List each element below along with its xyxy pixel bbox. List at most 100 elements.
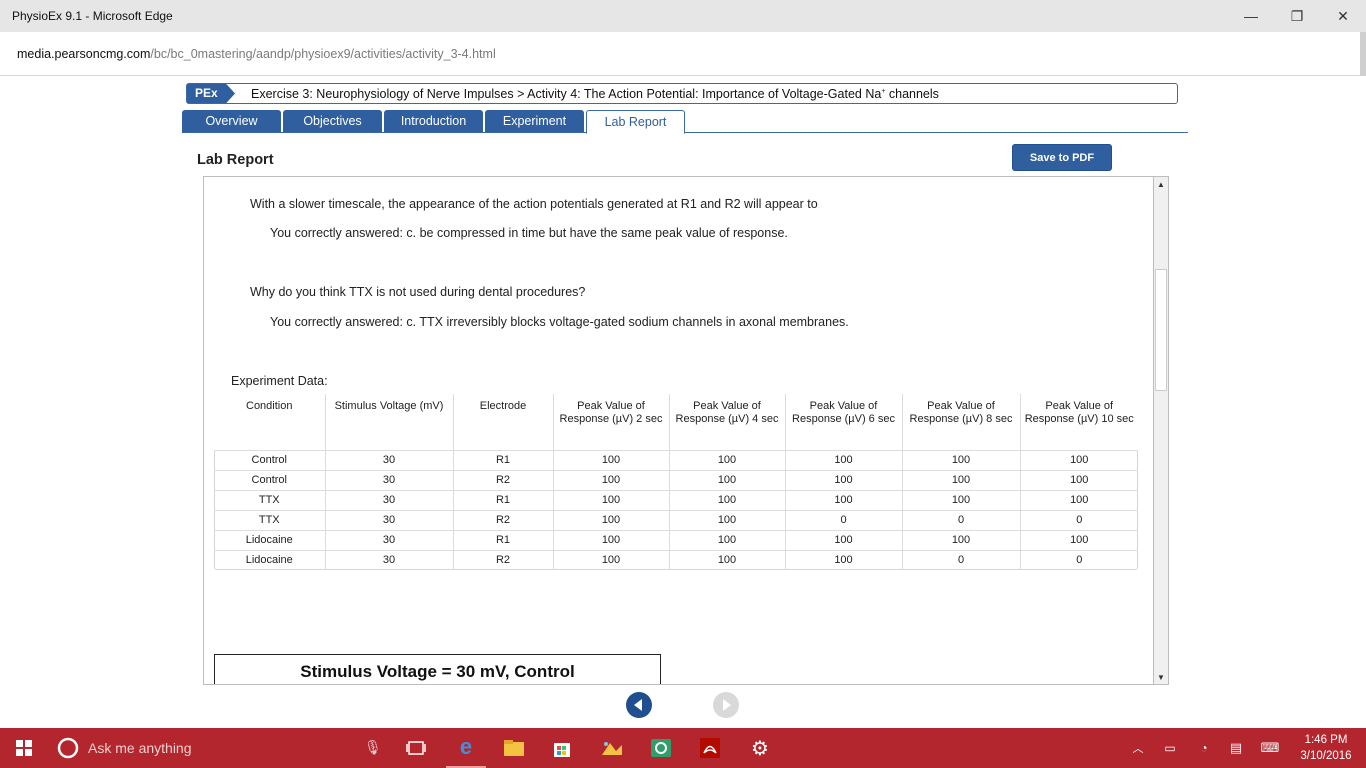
table-cell: 30	[324, 469, 453, 490]
header-condition: Condition	[214, 394, 325, 450]
url-domain: media.pearsoncmg.com	[17, 47, 151, 61]
start-button[interactable]	[0, 728, 48, 768]
tab-objectives[interactable]: Objectives	[283, 110, 382, 132]
table-cell: 100	[668, 489, 785, 510]
table-cell: 100	[1019, 449, 1138, 470]
header-peak-6sec: Peak Value of Response (µV) 6 sec	[784, 394, 902, 450]
header-stimulus-voltage: Stimulus Voltage (mV)	[324, 394, 453, 450]
table-cell: Control	[214, 469, 325, 490]
table-cell: 30	[324, 489, 453, 510]
minimize-button[interactable]: —	[1228, 0, 1274, 32]
scroll-up-icon[interactable]: ▲	[1154, 177, 1168, 191]
table-cell: 0	[784, 509, 902, 530]
scroll-down-icon[interactable]: ▼	[1154, 670, 1168, 684]
table-cell: 100	[784, 489, 902, 510]
table-row: TTX 30 R2 100 100 0 0 0	[214, 509, 1138, 530]
title-bar: PhysioEx 9.1 - Microsoft Edge — ❐ ✕	[0, 0, 1366, 32]
scroll-thumb[interactable]	[1155, 269, 1167, 391]
search-placeholder: Ask me anything	[88, 740, 192, 756]
file-explorer-icon[interactable]	[494, 728, 534, 768]
close-button[interactable]: ✕	[1320, 0, 1366, 32]
table-cell: 100	[901, 489, 1020, 510]
header-peak-10sec: Peak Value of Response (µV) 10 sec	[1019, 394, 1138, 450]
question-1: With a slower timescale, the appearance …	[250, 197, 818, 211]
system-clock[interactable]: 1:46 PM 3/10/2016	[1290, 732, 1362, 764]
tab-lab-report[interactable]: Lab Report	[586, 110, 685, 134]
acrobat-icon[interactable]	[690, 728, 730, 768]
table-cell: Control	[214, 449, 325, 470]
edge-logo-icon: e	[459, 734, 473, 759]
table-cell: R2	[452, 469, 553, 490]
table-cell: 0	[1019, 549, 1138, 570]
save-to-pdf-button[interactable]: Save to PDF	[1012, 144, 1112, 171]
show-hidden-icons-chevron-icon[interactable]: ︿	[1128, 728, 1148, 768]
exercise-title: Exercise 3: Neurophysiology of Nerve Imp…	[251, 87, 939, 101]
cortana-search[interactable]: Ask me anything 🎙	[48, 728, 393, 768]
experiment-data-label: Experiment Data:	[231, 374, 328, 388]
task-view-icon[interactable]	[398, 728, 434, 768]
lab-report-panel: With a slower timescale, the appearance …	[203, 176, 1154, 685]
table-row: TTX 30 R1 100 100 100 100 100	[214, 489, 1138, 510]
table-cell: 100	[784, 449, 902, 470]
page-scrollbar[interactable]	[1360, 32, 1366, 76]
pex-badge: PEx	[187, 84, 235, 103]
address-bar[interactable]: media.pearsoncmg.com/bc/bc_0mastering/aa…	[0, 32, 1366, 76]
table-row: Control 30 R1 100 100 100 100 100	[214, 449, 1138, 470]
arrow-right-icon	[723, 699, 731, 711]
table-cell: R1	[452, 489, 553, 510]
header-electrode: Electrode	[452, 394, 553, 450]
photos-icon[interactable]	[592, 728, 632, 768]
next-page-button[interactable]	[713, 692, 739, 718]
tab-overview[interactable]: Overview	[182, 110, 281, 132]
table-cell: 100	[668, 529, 785, 550]
tab-experiment[interactable]: Experiment	[485, 110, 584, 132]
browser-window: PhysioEx 9.1 - Microsoft Edge — ❐ ✕ medi…	[0, 0, 1366, 728]
taskbar: Ask me anything 🎙 e ⚙ ︿ ▭ ◔ ▤ ⌨ 1:46 PM …	[0, 728, 1366, 768]
table-cell: 100	[668, 509, 785, 530]
wifi-icon[interactable]: ◔	[1192, 728, 1216, 768]
table-cell: 100	[784, 549, 902, 570]
header-peak-8sec: Peak Value of Response (µV) 8 sec	[901, 394, 1020, 450]
header-peak-4sec: Peak Value of Response (µV) 4 sec	[668, 394, 785, 450]
table-cell: 30	[324, 509, 453, 530]
store-icon[interactable]	[542, 728, 582, 768]
table-cell: 100	[552, 489, 669, 510]
network-icon[interactable]: ▭	[1158, 728, 1182, 768]
table-cell: 100	[1019, 529, 1138, 550]
table-cell: TTX	[214, 509, 325, 530]
restore-button[interactable]: ❐	[1274, 0, 1320, 32]
table-cell: 100	[552, 449, 669, 470]
microphone-icon[interactable]: 🎙	[364, 739, 382, 756]
graph-panel: Stimulus Voltage = 30 mV, Control	[214, 654, 661, 684]
clock-time: 1:46 PM	[1304, 734, 1348, 746]
table-cell: 0	[901, 549, 1020, 570]
table-cell: 100	[668, 469, 785, 490]
edge-taskbar-icon[interactable]: e	[446, 728, 486, 768]
table-cell: 100	[668, 449, 785, 470]
previous-page-button[interactable]	[626, 692, 652, 718]
settings-gear-icon[interactable]: ⚙	[740, 728, 780, 768]
keyboard-icon[interactable]: ⌨	[1256, 728, 1284, 768]
table-cell: R2	[452, 509, 553, 530]
table-cell: 100	[784, 529, 902, 550]
action-center-icon[interactable]: ▤	[1224, 728, 1248, 768]
table-header-row: Condition Stimulus Voltage (mV) Electrod…	[214, 394, 1138, 450]
tab-introduction[interactable]: Introduction	[384, 110, 483, 132]
exercise-header: PEx Exercise 3: Neurophysiology of Nerve…	[186, 83, 1178, 104]
app-icon[interactable]	[641, 728, 681, 768]
table-cell: 100	[552, 529, 669, 550]
header-peak-2sec: Peak Value of Response (µV) 2 sec	[552, 394, 669, 450]
table-cell: 0	[1019, 509, 1138, 530]
answer-2: You correctly answered: c. TTX irreversi…	[270, 315, 849, 329]
table-cell: 100	[1019, 469, 1138, 490]
content-scrollbar[interactable]: ▲ ▼	[1153, 176, 1169, 685]
table-cell: 100	[901, 449, 1020, 470]
tab-bar: Overview Objectives Introduction Experim…	[182, 110, 1188, 134]
page-title: Lab Report	[197, 152, 274, 168]
table-cell: 100	[552, 469, 669, 490]
table-row: Control 30 R2 100 100 100 100 100	[214, 469, 1138, 490]
clock-date: 3/10/2016	[1300, 750, 1352, 762]
url-text[interactable]: media.pearsoncmg.com/bc/bc_0mastering/aa…	[17, 47, 496, 61]
table-cell: 100	[901, 529, 1020, 550]
table-cell: 100	[901, 469, 1020, 490]
